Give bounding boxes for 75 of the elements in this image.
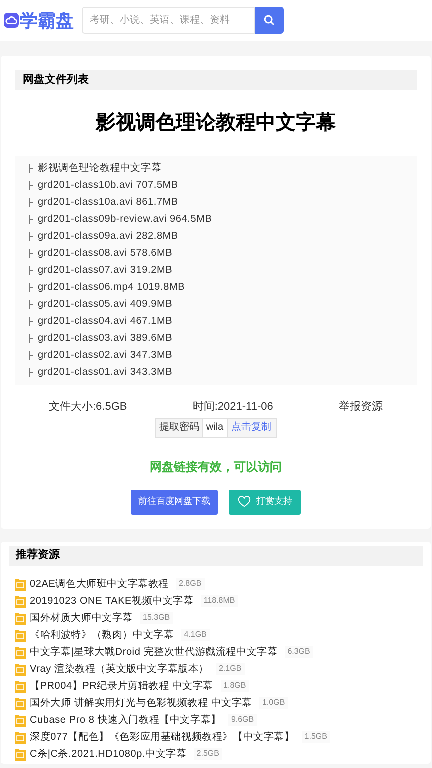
- file-entry: grd201-class01.avi 343.3MB: [38, 366, 173, 380]
- section-heading: 网盘文件列表: [15, 70, 417, 90]
- tree-branch-icon: [29, 283, 34, 292]
- file-entry: 影视调色理论教程中文字幕: [38, 162, 162, 176]
- tree-branch-icon: [29, 249, 34, 258]
- tree-branch-icon: [29, 334, 34, 343]
- folder-icon: [15, 696, 26, 710]
- folder-icon: [15, 680, 26, 692]
- tree-branch-icon: [29, 368, 34, 377]
- resource-link[interactable]: C杀|C杀.2021.HD1080p.中文字幕: [30, 746, 187, 762]
- folder-icon: [15, 628, 26, 642]
- file-entry: grd201-class09b-review.avi 964.5MB: [38, 213, 212, 227]
- tree-branch-icon: [29, 351, 34, 360]
- resource-link[interactable]: 中文字幕|星球大戰Droid 完整次世代游戲流程中文字幕: [30, 644, 278, 660]
- search-button[interactable]: [255, 7, 284, 34]
- file-size: 118.8MB: [200, 595, 238, 607]
- folder-icon: [15, 612, 26, 624]
- resource-link[interactable]: 02AE调色大师班中文字幕教程: [30, 576, 169, 592]
- file-size: 文件大小:6.5GB: [49, 400, 128, 415]
- folder-icon: [15, 730, 26, 744]
- file-entry: grd201-class03.avi 389.6MB: [38, 332, 173, 346]
- search-field[interactable]: 考研、小说、英语、课程、资料: [82, 7, 255, 34]
- file-size: 2.8GB: [176, 578, 205, 590]
- tree-branch-icon: [29, 317, 34, 326]
- resource-title: 影视调色理论教程中文字幕: [94, 110, 337, 136]
- file-size: 15.3GB: [140, 612, 174, 624]
- file-size: 1.0GB: [259, 697, 288, 709]
- site-logo[interactable]: 学霸盘: [20, 12, 74, 30]
- folder-icon: [15, 662, 26, 676]
- resource-link[interactable]: 20191023 ONE TAKE视频中文字幕: [30, 594, 194, 608]
- file-size: 1.5GB: [302, 731, 330, 743]
- password-code: wila: [203, 418, 228, 436]
- folder-icon: [15, 578, 26, 590]
- file-entry: grd201-class05.avi 409.9MB: [38, 298, 173, 312]
- resource-link[interactable]: 《哈利波特》（熟肉）中文字幕: [30, 628, 174, 642]
- folder-icon: [15, 714, 26, 726]
- resource-link[interactable]: Vray 渲染教程（英文版中文字幕版本）: [30, 662, 209, 676]
- share-time: 时间:2021-11-06: [192, 400, 274, 415]
- search-icon: [264, 15, 275, 26]
- file-entry: grd201-class10b.avi 707.5MB: [38, 179, 178, 193]
- file-size: 9.6GB: [228, 714, 258, 726]
- tree-branch-icon: [29, 164, 34, 173]
- file-entry: grd201-class08.avi 578.6MB: [38, 247, 173, 261]
- tree-branch-icon: [29, 181, 34, 190]
- resource-link[interactable]: 国外大师 讲解实用灯光与色彩视频教程 中文字幕: [30, 696, 252, 710]
- tree-branch-icon: [29, 232, 34, 241]
- file-size: 6.3GB: [284, 646, 314, 658]
- file-entry: grd201-class04.avi 467.1MB: [38, 315, 173, 329]
- file-entry: grd201-class02.avi 347.3MB: [38, 349, 173, 363]
- folder-icon: [15, 646, 26, 658]
- resource-link[interactable]: 深度077【配色】《色彩应用基础视频教程》【中文字幕】: [30, 730, 295, 744]
- tree-branch-icon: [29, 198, 34, 207]
- file-entry: grd201-class07.avi 319.2MB: [38, 264, 173, 278]
- section-heading: 推荐资源: [9, 546, 423, 566]
- file-size: 4.1GB: [181, 629, 210, 641]
- download-button[interactable]: 前往百度网盘下载: [131, 490, 218, 514]
- tree-branch-icon: [29, 300, 34, 309]
- folder-icon: [15, 748, 26, 760]
- heart-icon: [238, 496, 250, 508]
- file-entry: grd201-class06.mp4 1019.8MB: [38, 281, 186, 295]
- copy-button[interactable]: 点击复制: [228, 418, 276, 436]
- resource-link[interactable]: 【PR004】PR纪录片剪辑教程 中文字幕: [30, 678, 214, 694]
- report-link[interactable]: 举报资源: [338, 399, 383, 416]
- cloud-logo-icon: [4, 13, 19, 28]
- folder-icon: [15, 594, 26, 608]
- resource-link[interactable]: Cubase Pro 8 快速入门教程【中文字幕】: [30, 712, 222, 728]
- resource-link[interactable]: 国外材质大师中文字幕: [30, 610, 133, 626]
- file-entry: grd201-class09a.avi 282.8MB: [38, 230, 178, 244]
- tree-branch-icon: [29, 215, 34, 224]
- file-entry: grd201-class10a.avi 861.7MB: [38, 196, 178, 210]
- tree-branch-icon: [29, 266, 34, 275]
- file-size: 2.5GB: [194, 748, 222, 760]
- link-status: 网盘链接有效，可以访问: [149, 458, 283, 476]
- file-size: 1.8GB: [220, 680, 250, 692]
- file-size: 2.1GB: [216, 663, 245, 675]
